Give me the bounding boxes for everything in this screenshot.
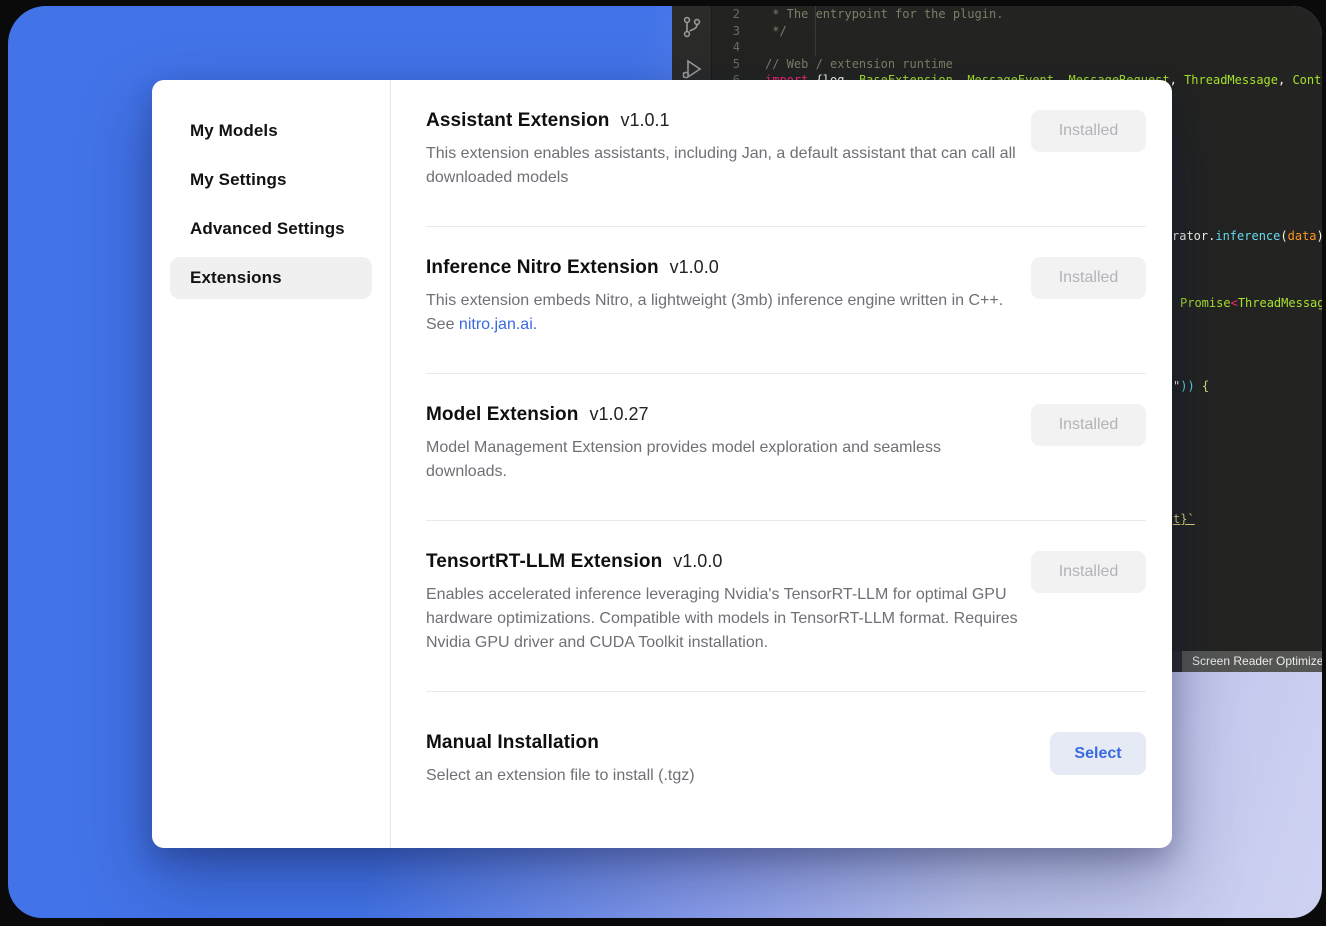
code-token: )) [1180, 379, 1194, 393]
extension-description: Model Management Extension provides mode… [426, 436, 1024, 484]
line-number: 3 [713, 23, 753, 40]
installed-button[interactable]: Installed [1031, 551, 1146, 593]
code-token: )); [1317, 229, 1322, 243]
nitro-jan-ai-link[interactable]: nitro.jan.ai. [459, 316, 537, 333]
code-token: ContentType [1292, 73, 1322, 87]
installed-button[interactable]: Installed [1031, 257, 1146, 299]
extension-version: v1.0.0 [673, 551, 722, 572]
code-token: t}` [1173, 512, 1195, 526]
code-token: inference [1215, 229, 1280, 243]
extension-version: v1.0.1 [621, 110, 670, 131]
line-number: 2 [713, 6, 753, 23]
code-line: 4 [713, 39, 1322, 56]
select-file-button[interactable]: Select [1050, 732, 1146, 775]
code-fragment: t}` [1173, 512, 1195, 526]
extension-row-tensorrt: TensortRT-LLM Extension v1.0.0 Enables a… [426, 521, 1146, 692]
line-number: 4 [713, 39, 753, 56]
code-fragment: rator.inference(data)); [1172, 229, 1322, 243]
code-line: 5 // Web / extension runtime [713, 56, 1322, 73]
manual-installation-title: Manual Installation [426, 732, 599, 754]
extension-description: This extension embeds Nitro, a lightweig… [426, 289, 1024, 337]
line-number: 5 [713, 56, 753, 73]
extension-name: Assistant Extension [426, 110, 610, 132]
sidebar-item-extensions[interactable]: Extensions [170, 257, 372, 299]
manual-installation-row: Manual Installation Select an extension … [426, 692, 1146, 824]
code-fragment: ")) { [1173, 379, 1209, 393]
indent-guide [815, 6, 816, 56]
manual-installation-description: Select an extension file to install (.tg… [426, 764, 1024, 788]
code-token: * The entrypoint for the plugin. [765, 7, 1003, 21]
code-token: { [1195, 379, 1209, 393]
code-token: Promise [1180, 296, 1231, 310]
code-token: ( [1280, 229, 1287, 243]
extension-description: This extension enables assistants, inclu… [426, 142, 1024, 190]
extension-description: Enables accelerated inference leveraging… [426, 583, 1024, 655]
sidebar-item-my-settings[interactable]: My Settings [170, 159, 372, 201]
extension-name: Model Extension [426, 404, 578, 426]
code-token: rator. [1172, 229, 1215, 243]
extension-row-assistant: Assistant Extension v1.0.1 This extensio… [426, 80, 1146, 227]
installed-button[interactable]: Installed [1031, 404, 1146, 446]
code-line: 2 * The entrypoint for the plugin. [713, 6, 1322, 23]
extension-name: Inference Nitro Extension [426, 257, 659, 279]
screen-reader-status-item[interactable]: Screen Reader Optimized [1182, 651, 1322, 672]
extension-version: v1.0.27 [589, 404, 648, 425]
extension-version: v1.0.0 [670, 257, 719, 278]
code-token: // Web / extension runtime [765, 57, 953, 71]
extension-row-nitro: Inference Nitro Extension v1.0.0 This ex… [426, 227, 1146, 374]
code-token: data [1288, 229, 1317, 243]
settings-sidebar: My Models My Settings Advanced Settings … [152, 80, 391, 848]
code-token: */ [765, 24, 787, 38]
code-pane: 2 * The entrypoint for the plugin.3 */45… [713, 6, 1322, 89]
sidebar-item-my-models[interactable]: My Models [170, 110, 372, 152]
code-token: < [1231, 296, 1238, 310]
sidebar-item-advanced-settings[interactable]: Advanced Settings [170, 208, 372, 250]
code-fragment: Promise<ThreadMessage> [1180, 296, 1322, 310]
extensions-list: Assistant Extension v1.0.1 This extensio… [392, 80, 1172, 848]
run-debug-icon[interactable] [680, 57, 704, 81]
extension-row-model: Model Extension v1.0.27 Model Management… [426, 374, 1146, 521]
code-token: ThreadMessage [1238, 296, 1322, 310]
settings-modal: My Models My Settings Advanced Settings … [152, 80, 1172, 848]
code-token: , [1278, 73, 1292, 87]
source-control-icon[interactable] [680, 15, 704, 39]
installed-button[interactable]: Installed [1031, 110, 1146, 152]
extension-name: TensortRT-LLM Extension [426, 551, 662, 573]
code-line: 3 */ [713, 23, 1322, 40]
code-token: ThreadMessage [1184, 73, 1278, 87]
